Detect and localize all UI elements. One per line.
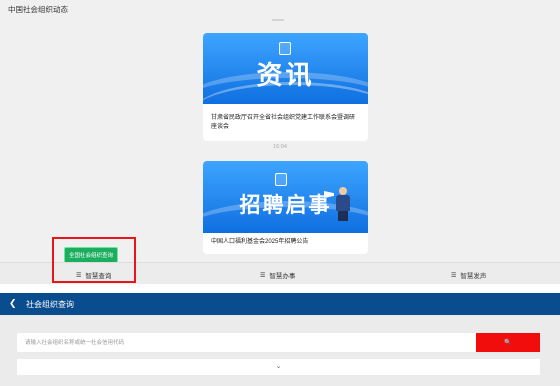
search-input[interactable] [17,333,476,352]
news-screen: 中国社会组织动态 资讯 甘肃省民政厅召开全省社会组织党建工作联系会暨调研座谈会 … [0,0,560,284]
person-legs [338,211,348,221]
page-title: 中国社会组织动态 [8,5,68,14]
nav-item-smart-service[interactable]: ☰ 智慧办事 [260,270,296,281]
person-head [339,187,347,195]
megaphone-person-icon [324,187,352,221]
person-body [336,195,350,211]
search-bar: 🔍 [17,333,540,352]
news-banner-image: 资讯 [203,33,368,104]
menu-icon: ☰ [260,272,266,279]
menu-icon: ☰ [451,272,457,279]
nav-item-smart-voice[interactable]: ☰ 智慧发声 [451,270,487,281]
highlight-box [52,237,136,283]
news-card-description: 甘肃省民政厅召开全省社会组织党建工作联系会暨调研座谈会 [211,115,356,130]
screenshot-root: 中国社会组织动态 资讯 甘肃省民政厅召开全省社会组织党建工作联系会暨调研座谈会 … [0,0,560,386]
logo-icon [279,42,291,55]
chevron-left-icon[interactable]: ❮ [9,298,17,309]
expand-toggle[interactable]: ⌄ [17,359,540,375]
screen-divider [0,284,560,293]
query-body: 🔍 ⌄ [0,315,560,386]
news-banner-image: 招聘启事 [203,161,368,233]
chevron-down-icon: ⌄ [275,363,282,370]
nav-item-label: 智慧发声 [460,273,487,280]
news-card-description: 中国人口福利基金会2025年招聘公告 [211,239,309,245]
search-icon: 🔍 [504,340,512,346]
banner-title: 资讯 [256,60,315,90]
query-header: ❮ 社会组织查询 [0,293,560,315]
nav-item-label: 智慧办事 [269,273,296,280]
query-page-title: 社会组织查询 [26,300,74,309]
news-feed[interactable]: 资讯 甘肃省民政厅召开全省社会组织党建工作联系会暨调研座谈会 16:04 招聘启… [0,18,560,262]
logo-icon [275,173,287,186]
news-card[interactable]: 招聘启事 中国人口福利基金会2025年招聘公告 [203,161,368,254]
scroll-indicator [272,19,284,21]
timestamp: 16:04 [273,144,287,150]
news-card[interactable]: 资讯 甘肃省民政厅召开全省社会组织党建工作联系会暨调研座谈会 [203,33,368,141]
search-button[interactable]: 🔍 [476,333,540,352]
